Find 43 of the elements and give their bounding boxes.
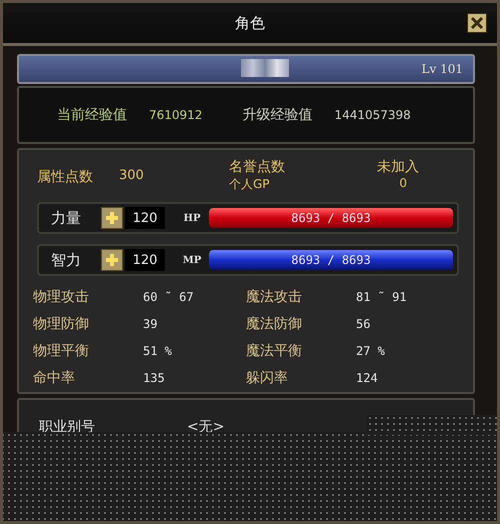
- experience-label: 当前经验值: [57, 106, 127, 124]
- points-value: 300: [119, 168, 145, 183]
- add-point-button[interactable]: [101, 207, 123, 229]
- experience-label: 升级经验值: [242, 106, 312, 124]
- experience-value: 7610912: [149, 108, 202, 122]
- stat-label: 物理攻击: [33, 288, 90, 306]
- stat-value: 124: [356, 370, 378, 384]
- stat-value: 39: [143, 316, 158, 330]
- stat-label: 躲闪率: [246, 368, 289, 386]
- stat-value: 27 %: [356, 344, 385, 358]
- add-point-button[interactable]: [101, 249, 123, 271]
- stat-label: 命中率: [33, 368, 76, 386]
- stat-value: 56: [356, 316, 370, 330]
- stat-value: 60 ˜ 67: [143, 290, 194, 304]
- experience-value: 1441057398: [334, 108, 411, 122]
- stat-label: 魔法攻击: [246, 288, 303, 306]
- plus-icon: [105, 211, 119, 225]
- resource-reading: 8693 / 8693: [290, 252, 372, 269]
- attribute-value: 120: [125, 207, 165, 229]
- stat-label: 魔法防御: [246, 314, 303, 332]
- blurred-name: [241, 59, 289, 77]
- stat-label: 魔法平衡: [246, 342, 303, 360]
- honor-label: 个人GP: [229, 176, 270, 193]
- resource-reading: 8693 / 8693: [290, 210, 372, 227]
- window-title: 角色: [235, 14, 265, 32]
- attribute-value: 120: [125, 249, 165, 271]
- honor-label: 名誉点数: [229, 158, 285, 176]
- bar-label: MP: [182, 254, 202, 266]
- plus-icon: [105, 253, 119, 267]
- honor-value: 0: [399, 176, 408, 192]
- stat-value: 81 ˜ 91: [356, 290, 407, 304]
- stat-label: 物理平衡: [33, 342, 90, 360]
- honor-value: 未加入: [377, 158, 419, 176]
- attribute-name: 力量: [51, 208, 82, 228]
- stat-value: 135: [143, 370, 165, 384]
- close-button[interactable]: [467, 13, 487, 33]
- stat-label: 物理防御: [33, 314, 90, 332]
- stat-value: 51 %: [143, 344, 172, 358]
- level-text: Lv 101: [422, 62, 463, 76]
- attribute-name: 智力: [51, 250, 82, 270]
- bar-label: HP: [182, 212, 202, 224]
- close-icon: [470, 16, 484, 30]
- points-label: 属性点数: [36, 168, 94, 186]
